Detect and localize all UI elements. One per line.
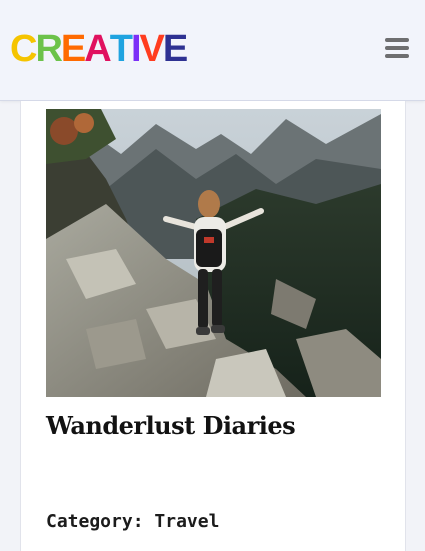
logo-letter: V bbox=[139, 28, 165, 70]
post-category: Category: Travel bbox=[46, 511, 219, 532]
logo-text: CREATIVE bbox=[10, 28, 188, 70]
menu-bar bbox=[385, 54, 409, 58]
post-title[interactable]: Wanderlust Diaries bbox=[46, 411, 386, 440]
menu-bar bbox=[385, 46, 409, 50]
hamburger-menu-icon[interactable] bbox=[385, 38, 409, 60]
post-card: Wanderlust Diaries Category: Travel bbox=[20, 101, 406, 551]
post-image[interactable] bbox=[46, 109, 381, 397]
logo-letter: R bbox=[35, 28, 62, 70]
category-label: Category: bbox=[46, 511, 144, 532]
site-header: CREATIVE bbox=[0, 0, 425, 101]
logo-letter: I bbox=[130, 28, 141, 70]
site-logo[interactable]: CREATIVE bbox=[10, 28, 188, 70]
logo-letter: A bbox=[84, 28, 111, 70]
mountain-trail-photo bbox=[46, 109, 381, 397]
logo-letter: E bbox=[162, 28, 188, 70]
logo-letter: E bbox=[60, 28, 86, 70]
logo-letter: C bbox=[10, 28, 37, 70]
menu-bar bbox=[385, 38, 409, 42]
logo-letter: T bbox=[109, 28, 133, 70]
category-value[interactable]: Travel bbox=[154, 511, 219, 532]
